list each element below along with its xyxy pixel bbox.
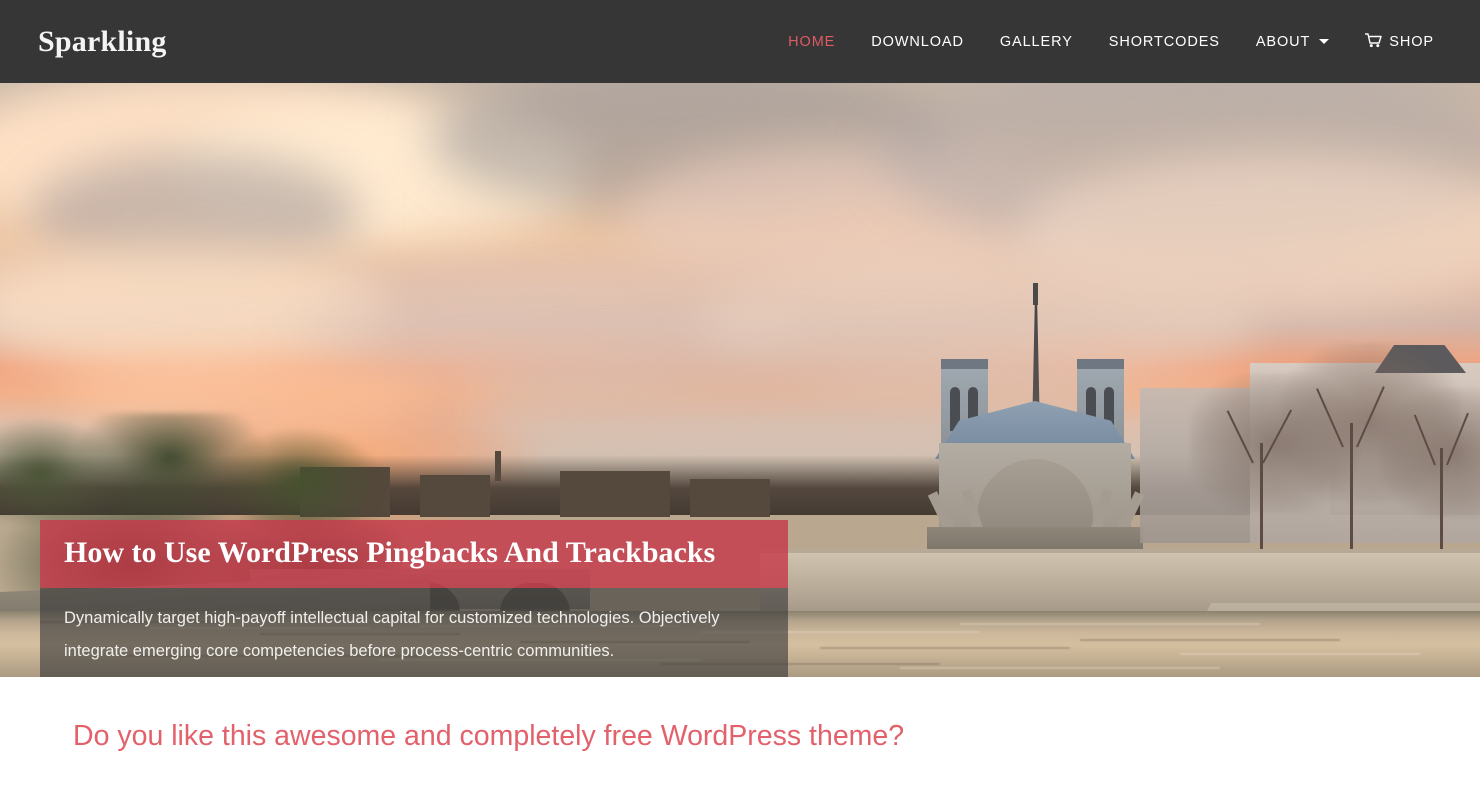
tower-cap [941, 359, 988, 369]
nav-item-download[interactable]: DOWNLOAD [853, 34, 982, 50]
main-navigation: HOME DOWNLOAD GALLERY SHORTCODES ABOUT S… [770, 32, 1452, 51]
tower-cap [1077, 359, 1124, 369]
slide-title[interactable]: How to Use WordPress Pingbacks And Track… [40, 520, 788, 588]
nav-label-shop: SHOP [1389, 33, 1434, 50]
cathedral-spire-tip [1033, 283, 1038, 305]
nav-label-shortcodes: SHORTCODES [1108, 33, 1220, 50]
slide-caption: How to Use WordPress Pingbacks And Track… [40, 520, 788, 677]
background-building [420, 475, 490, 517]
background-building [690, 479, 770, 517]
call-to-action-section: Do you like this awesome and completely … [0, 677, 1480, 796]
nav-item-gallery[interactable]: GALLERY [982, 34, 1091, 50]
right-tree-cluster [1190, 333, 1480, 583]
site-header: Sparkling HOME DOWNLOAD GALLERY SHORTCOD… [0, 0, 1480, 83]
nav-label-gallery: GALLERY [999, 33, 1073, 50]
nav-label-about: ABOUT [1255, 33, 1311, 50]
nav-item-shortcodes[interactable]: SHORTCODES [1091, 34, 1238, 50]
nav-label-download: DOWNLOAD [871, 33, 964, 50]
site-logo[interactable]: Sparkling [38, 25, 167, 59]
nav-label-home: HOME [788, 33, 836, 50]
nav-item-home[interactable]: HOME [770, 34, 853, 50]
hero-slider[interactable]: How to Use WordPress Pingbacks And Track… [0, 83, 1480, 677]
background-building [560, 471, 670, 517]
shopping-cart-icon [1365, 32, 1382, 51]
nav-item-shop[interactable]: SHOP [1347, 32, 1452, 51]
slide-description: Dynamically target high-payoff intellect… [40, 587, 788, 677]
chevron-down-icon [1319, 39, 1330, 44]
nav-item-about[interactable]: ABOUT [1238, 34, 1347, 50]
notre-dame-cathedral [905, 283, 1165, 553]
eiffel-tower-silhouette [495, 451, 501, 481]
cta-heading: Do you like this awesome and completely … [73, 720, 905, 753]
